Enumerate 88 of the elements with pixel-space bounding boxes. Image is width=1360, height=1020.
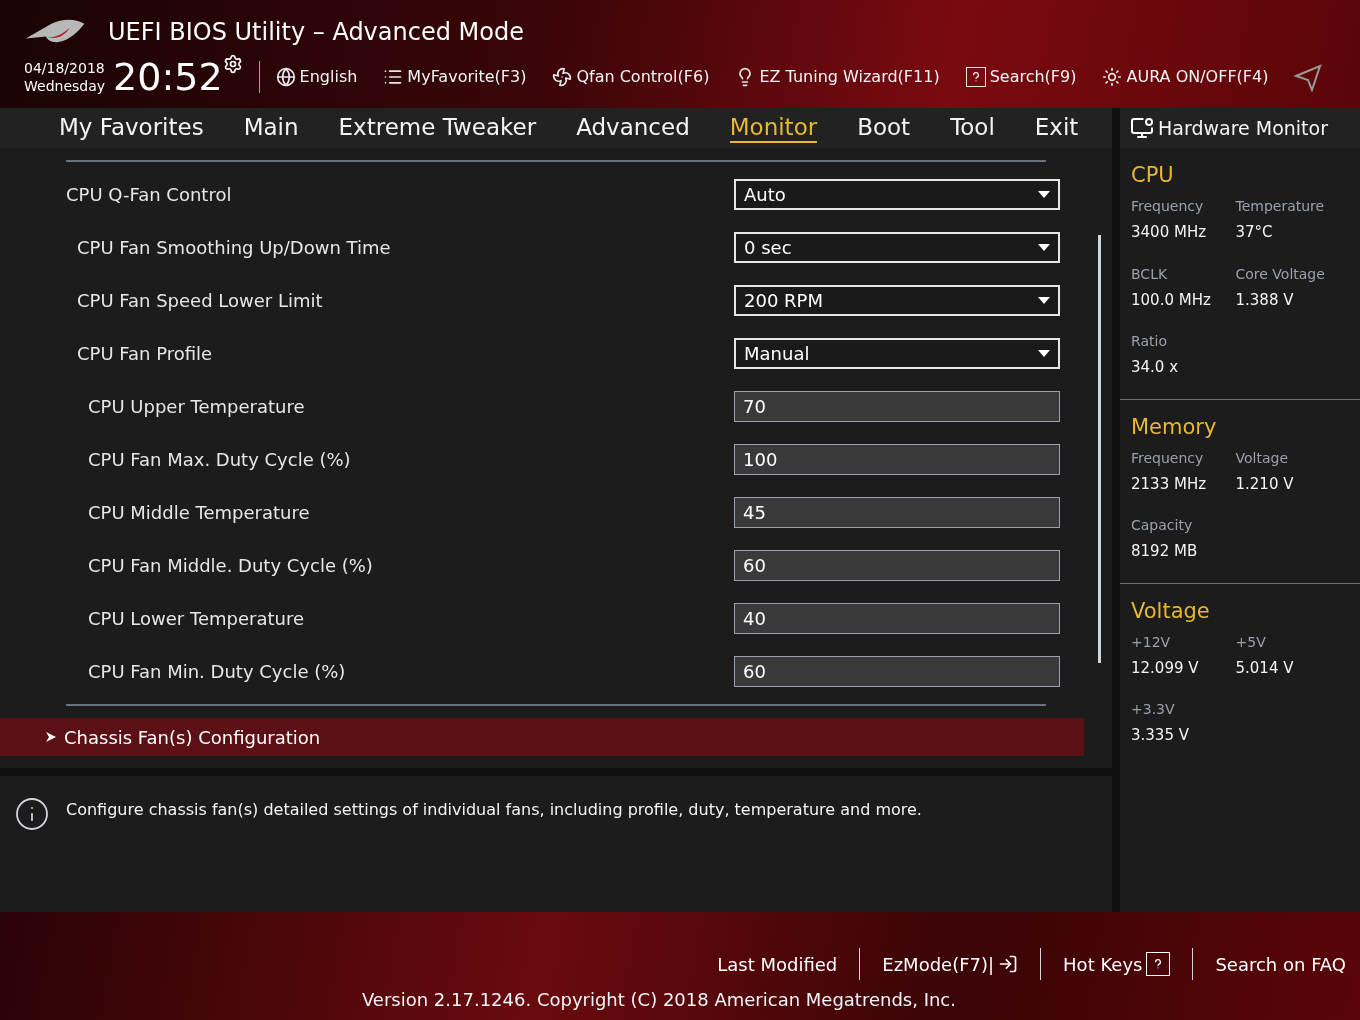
toolbar-button[interactable]: English [275, 65, 358, 89]
footer-link[interactable]: Last Modified [717, 950, 838, 978]
reading-label: Ratio [1131, 332, 1168, 351]
footer-link[interactable]: EzMode(F7)| [882, 950, 1019, 978]
dropdown-field[interactable]: 200 RPM [734, 285, 1060, 316]
info-icon [14, 796, 50, 832]
scrollbar[interactable] [1098, 235, 1101, 663]
setting-label: CPU Q-Fan Control [65, 183, 233, 207]
weekday-text: Wednesday [24, 77, 106, 95]
caret-icon [1038, 297, 1050, 304]
reading-value: 1.210 V [1235, 473, 1295, 495]
list-icon [383, 67, 404, 87]
reading-value: 34.0 x [1131, 357, 1180, 378]
reading-label: BCLK [1131, 264, 1169, 284]
sun-icon [1102, 67, 1123, 87]
monitor-icon [1130, 116, 1154, 140]
arrow-right-icon [46, 732, 56, 742]
number-field[interactable]: 60 [734, 656, 1060, 687]
menu-tab[interactable]: Monitor [729, 113, 818, 143]
footer-link[interactable]: Hot Keys [1063, 950, 1171, 978]
setting-label: CPU Fan Min. Duty Cycle (%) [87, 660, 347, 684]
window-title: UEFI BIOS Utility – Advanced Mode [108, 17, 524, 48]
number-field[interactable]: 60 [734, 550, 1060, 581]
menu-tab[interactable]: Advanced [576, 113, 690, 143]
section-title: CPU [1131, 162, 1175, 190]
date-text: 04/18/2018 [24, 59, 106, 77]
reading-label: +3.3V [1131, 700, 1176, 719]
setting-label: CPU Upper Temperature [87, 395, 306, 419]
reading-value: 1.388 V [1235, 289, 1295, 311]
reading-label: Core Voltage [1235, 264, 1326, 284]
caret-icon [1038, 244, 1050, 251]
toolbar-button[interactable]: Search(F9) [965, 65, 1077, 89]
reading-value: 2133 MHz [1131, 473, 1208, 495]
reading-label: Temperature [1235, 197, 1326, 216]
reading-label: Frequency [1131, 197, 1205, 216]
setting-label: CPU Fan Max. Duty Cycle (%) [87, 448, 352, 472]
exit-icon [998, 954, 1019, 974]
menu-tab[interactable]: My Favorites [59, 113, 204, 143]
menu-tab[interactable]: Boot [857, 113, 911, 143]
settings-icon[interactable] [222, 54, 243, 74]
reading-value: 3.335 V [1131, 725, 1190, 746]
toolbar-button[interactable]: EZ Tuning Wizard(F11) [735, 65, 940, 89]
reading-label: Capacity [1131, 516, 1194, 535]
setting-label: CPU Lower Temperature [87, 607, 305, 631]
toolbar-button[interactable]: MyFavorite(F3) [383, 65, 527, 89]
reading-label: +12V [1131, 632, 1172, 652]
arrow-icon [1292, 62, 1323, 92]
menu-tab[interactable]: Main [243, 113, 299, 143]
setting-label: CPU Middle Temperature [87, 501, 311, 525]
reading-value: 12.099 V [1131, 657, 1200, 679]
menu-tab[interactable]: Exit [1034, 113, 1079, 143]
question-icon [1146, 952, 1171, 976]
reading-value: 3400 MHz [1131, 222, 1208, 243]
number-field[interactable]: 100 [734, 444, 1060, 475]
toolbar-button[interactable]: AURA ON/OFF(F4) [1102, 65, 1269, 89]
menu-tab[interactable]: Tool [950, 113, 995, 143]
dropdown-field[interactable]: 0 sec [734, 232, 1060, 263]
reading-value: 8192 MB [1131, 541, 1199, 562]
number-field[interactable]: 70 [734, 391, 1060, 422]
reading-label: Voltage [1235, 448, 1289, 468]
dropdown-field[interactable]: Manual [734, 338, 1060, 369]
setting-label: CPU Fan Profile [76, 342, 214, 366]
setting-label: CPU Fan Speed Lower Limit [76, 289, 324, 313]
reading-value: 5.014 V [1235, 657, 1295, 679]
submenu-item[interactable]: Chassis Fan(s) Configuration [0, 718, 1084, 756]
globe-icon [275, 67, 296, 87]
fan-icon [552, 67, 573, 87]
number-field[interactable]: 45 [734, 497, 1060, 528]
reading-value: 100.0 MHz [1131, 289, 1212, 311]
footer-link[interactable]: Search on FAQ [1215, 950, 1346, 978]
clock-time: 20:52 [113, 58, 223, 96]
caret-icon [1038, 191, 1050, 198]
setting-label: CPU Fan Smoothing Up/Down Time [76, 236, 392, 260]
menu-tab[interactable]: Extreme Tweaker [338, 113, 537, 143]
caret-icon [1038, 350, 1050, 357]
reading-value: 37°C [1235, 222, 1274, 243]
reading-label: Frequency [1131, 448, 1205, 468]
number-field[interactable]: 40 [734, 603, 1060, 634]
section-title: Voltage [1131, 597, 1211, 625]
section-title: Memory [1131, 413, 1218, 441]
setting-label: CPU Fan Middle. Duty Cycle (%) [87, 554, 374, 578]
version-text: Version 2.17.1246. Copyright (C) 2018 American Megatrends, Inc. [361, 988, 956, 1012]
dropdown-field[interactable]: Auto [734, 179, 1060, 210]
toolbar-button[interactable]: Qfan Control(F6) [552, 65, 710, 89]
reading-label: +5V [1235, 632, 1267, 652]
panel-title: Hardware Monitor [1158, 115, 1328, 141]
help-text: Configure chassis fan(s) detailed settings of individual fans, including profile, duty, temperature and more. [66, 799, 922, 821]
question-icon [965, 67, 986, 87]
